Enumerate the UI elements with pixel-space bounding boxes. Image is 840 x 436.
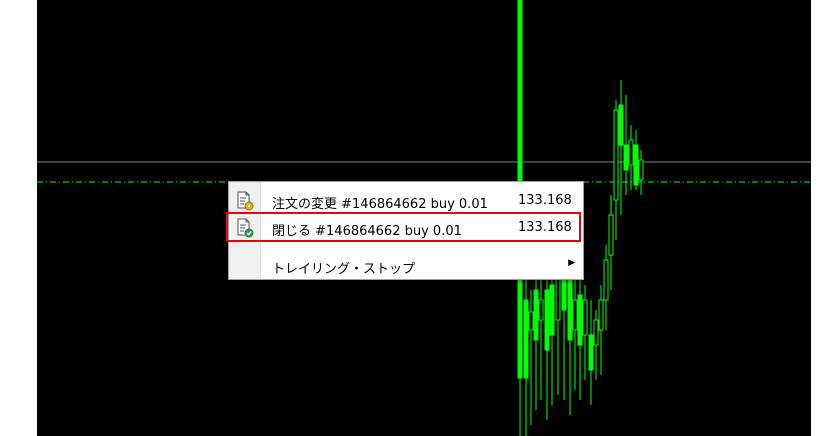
trailing-stop-label: トレイリング・ストップ (272, 262, 416, 277)
modify-order-label: 注文の変更 #146864662 buy 0.01 (272, 197, 488, 212)
menu-item-trailing-stop[interactable]: トレイリング・ストップ ▶ (229, 252, 583, 280)
order-close-icon (235, 218, 255, 238)
candle-body (633, 144, 639, 186)
candle-body (538, 299, 544, 321)
candle-body (577, 294, 583, 346)
candle-body (608, 214, 614, 256)
modify-order-price: 133.168 (518, 193, 572, 208)
close-order-label: 閉じる #146864662 buy 0.01 (272, 224, 462, 239)
close-order-price: 133.168 (518, 220, 572, 235)
menu-item-close-order[interactable]: 閉じる #146864662 buy 0.01 133.168 (226, 212, 583, 242)
candle-body (528, 311, 534, 331)
candle-body (628, 139, 634, 166)
candle-body (582, 299, 588, 336)
candle-body (544, 289, 550, 351)
candle-body (572, 299, 578, 331)
menu-item-modify-order[interactable]: 注文の変更 #146864662 buy 0.01 133.168 (229, 187, 583, 215)
candle-body (623, 144, 629, 171)
candle-body (588, 334, 594, 371)
candle-body (593, 319, 599, 346)
candle-body (618, 104, 624, 146)
submenu-arrow-icon: ▶ (568, 258, 575, 268)
order-modify-icon (235, 191, 255, 211)
candle-body (523, 299, 529, 379)
candle-body (533, 289, 539, 341)
candle-body (603, 259, 609, 301)
candle-body (567, 279, 573, 341)
candle-body (638, 159, 644, 181)
candle-body (598, 299, 604, 331)
candle-body (561, 274, 567, 311)
candle-body (549, 284, 555, 336)
candle-body (613, 109, 619, 201)
context-menu: 注文の変更 #146864662 buy 0.01 133.168 閉じる #1… (226, 181, 584, 280)
